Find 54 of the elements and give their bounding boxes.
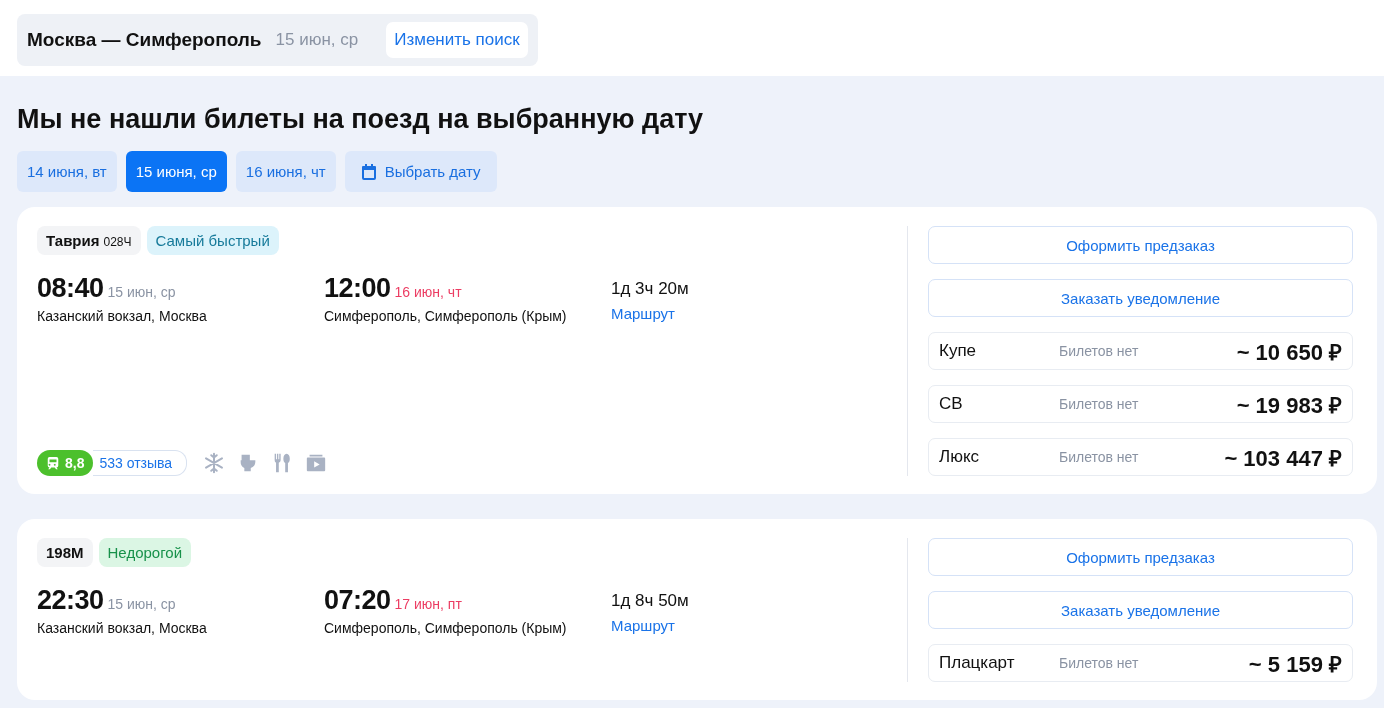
arrival-date: 17 июн, пт	[394, 596, 462, 612]
train-tag: Недорогой	[98, 538, 192, 567]
fare-row[interactable]: СВ Билетов нет ~ 19 983 ₽	[928, 385, 1353, 423]
fare-price: ~ 10 650 ₽	[1236, 339, 1342, 366]
fare-class: Плацкарт	[939, 653, 1016, 673]
departure-date: 15 июн, ср	[107, 596, 176, 612]
departure-date: 15 июн, ср	[107, 284, 176, 300]
departure-station: Казанский вокзал, Москва	[37, 620, 208, 636]
preorder-button[interactable]: Оформить предзаказ	[928, 226, 1353, 264]
date-tab[interactable]: 15 июня, ср	[125, 151, 227, 192]
train-number-tag: 198М	[37, 538, 93, 567]
fare-price: ~ 5 159 ₽	[1248, 651, 1342, 678]
departure-time: 22:30	[37, 585, 104, 615]
fare-row[interactable]: Купе Билетов нет ~ 10 650 ₽	[928, 332, 1353, 370]
fare-status: Билетов нет	[1059, 343, 1140, 359]
fare-class: Люкс	[939, 447, 981, 467]
date-tab[interactable]: 16 июня, чт	[235, 151, 336, 192]
rating-badge: 8,8	[37, 450, 94, 476]
fare-status: Билетов нет	[1059, 396, 1140, 412]
arrival-time: 07:20	[324, 585, 391, 615]
date-tab[interactable]: 14 июня, вт	[17, 151, 117, 192]
arrival-station: Симферополь, Симферополь (Крым)	[324, 308, 568, 324]
route-link[interactable]: Маршрут	[611, 617, 675, 634]
notify-button[interactable]: Заказать уведомление	[928, 591, 1353, 629]
fare-row[interactable]: Плацкарт Билетов нет ~ 5 159 ₽	[928, 644, 1353, 682]
route-link[interactable]: Маршрут	[611, 305, 675, 322]
trip-duration: 1д 8ч 50м	[611, 591, 689, 611]
reviews-link[interactable]: 533 отзыва	[93, 450, 188, 476]
route-title: Москва — Симферополь	[27, 29, 262, 51]
notify-button[interactable]: Заказать уведомление	[928, 279, 1353, 317]
snowflake-icon	[203, 452, 226, 474]
page-heading: Мы не нашли билеты на поезд на выбранную дату	[17, 104, 705, 135]
search-date: 15 июн, ср	[275, 30, 359, 50]
trip-duration: 1д 3ч 20м	[611, 279, 689, 299]
fare-row[interactable]: Люкс Билетов нет ~ 103 447 ₽	[928, 438, 1353, 476]
change-search-button[interactable]: Изменить поиск	[386, 22, 528, 58]
departure-station: Казанский вокзал, Москва	[37, 308, 208, 324]
fare-status: Билетов нет	[1059, 449, 1140, 465]
arrival-date: 16 июн, чт	[394, 284, 462, 300]
fare-class: Купе	[939, 341, 978, 361]
fare-price: ~ 103 447 ₽	[1224, 445, 1342, 472]
train-number-tag: Таврия 028Ч	[37, 226, 141, 255]
fare-class: СВ	[939, 394, 964, 414]
arrival-station: Симферополь, Симферополь (Крым)	[324, 620, 568, 636]
arrival-time: 12:00	[324, 273, 391, 303]
departure-time: 08:40	[37, 273, 104, 303]
preorder-button[interactable]: Оформить предзаказ	[928, 538, 1353, 576]
fare-price: ~ 19 983 ₽	[1236, 392, 1342, 419]
train-tag: Самый быстрый	[146, 226, 279, 255]
fare-status: Билетов нет	[1059, 655, 1140, 671]
video-icon	[305, 452, 328, 474]
pick-date-button[interactable]: Выбрать дату	[344, 151, 497, 192]
train-icon	[46, 456, 60, 470]
calendar-icon	[360, 163, 377, 180]
